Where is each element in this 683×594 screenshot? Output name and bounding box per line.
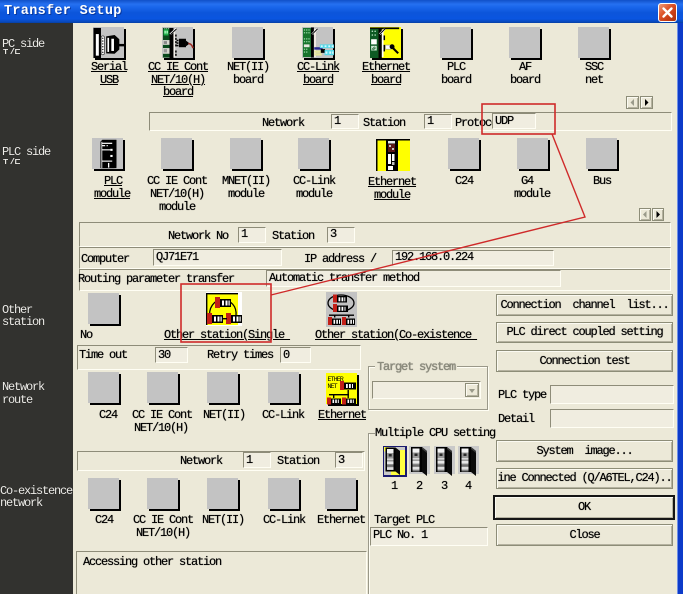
svg-text:NET: NET	[328, 383, 338, 390]
